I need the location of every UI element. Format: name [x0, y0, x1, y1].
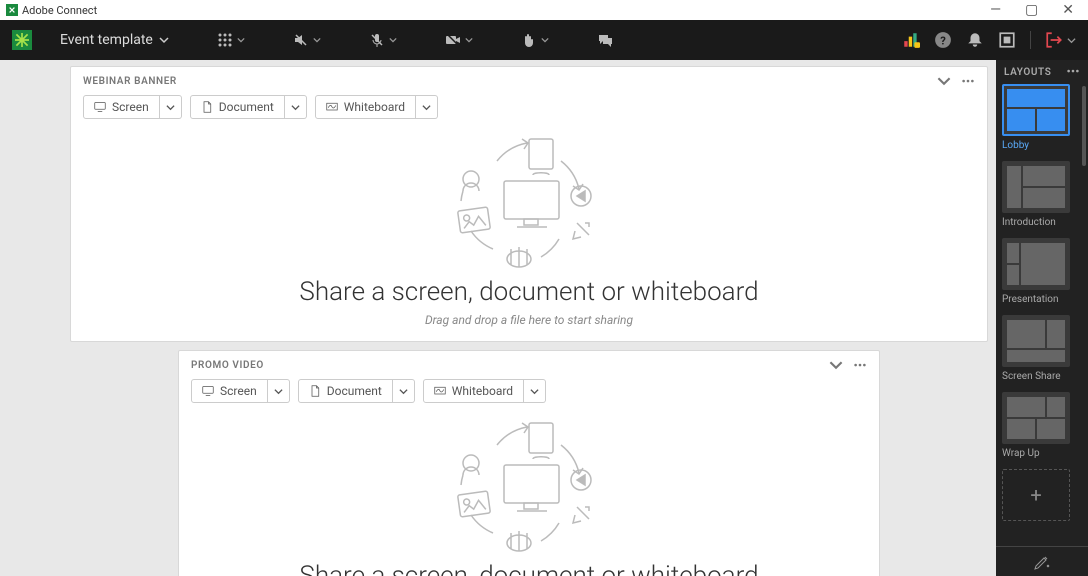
chat-button[interactable]: [591, 28, 619, 52]
layout-label: Screen Share: [1002, 371, 1082, 382]
share-screen-button[interactable]: Screen: [191, 379, 268, 403]
app-icon-small: [6, 4, 18, 16]
layout-thumb: [1002, 161, 1070, 213]
app-title: Adobe Connect: [22, 4, 97, 17]
pod-collapse-icon[interactable]: [829, 358, 843, 372]
share-whiteboard-dropdown[interactable]: [416, 95, 438, 119]
layouts-panel: LAYOUTS Lobby Introduction: [996, 60, 1088, 576]
notification-icon[interactable]: [966, 31, 984, 49]
speaker-button[interactable]: [287, 28, 327, 52]
close-button[interactable]: ✕: [1062, 3, 1074, 17]
help-icon[interactable]: ?: [934, 31, 952, 49]
template-label: Event template: [60, 32, 153, 48]
layout-thumb: [1002, 84, 1070, 136]
pod-title: PROMO VIDEO: [191, 360, 264, 371]
layout-label: Wrap Up: [1002, 448, 1082, 459]
share-whiteboard-button[interactable]: Whiteboard: [315, 95, 416, 119]
pod-collapse-icon[interactable]: [937, 74, 951, 88]
share-illustration: [449, 131, 609, 271]
layout-thumb: [1002, 392, 1070, 444]
share-subtext: Drag and drop a file here to start shari…: [425, 313, 633, 327]
pod-menu-icon[interactable]: [853, 358, 867, 372]
share-headline: Share a screen, document or whiteboard: [299, 561, 758, 576]
layout-label: Lobby: [1002, 140, 1082, 151]
svg-text:?: ?: [940, 35, 946, 48]
layout-item-introduction[interactable]: Introduction: [1002, 161, 1082, 228]
stage-area: WEBINAR BANNER Screen Document Whiteboar…: [0, 60, 996, 576]
pod-menu-icon[interactable]: [961, 74, 975, 88]
exit-button[interactable]: [1030, 31, 1076, 49]
share-document-dropdown[interactable]: [393, 379, 415, 403]
camera-button[interactable]: [439, 28, 479, 52]
app-logo[interactable]: [12, 30, 32, 50]
raise-hand-button[interactable]: [515, 28, 555, 52]
pod-title: WEBINAR BANNER: [83, 76, 177, 87]
layout-item-presentation[interactable]: Presentation: [1002, 238, 1082, 305]
layouts-title: LAYOUTS: [1004, 67, 1051, 78]
template-selector[interactable]: Event template: [54, 28, 175, 52]
layout-add-button[interactable]: +: [1002, 469, 1070, 521]
layouts-manage-button[interactable]: [996, 546, 1088, 576]
share-pod-promo-video: PROMO VIDEO Screen Document Whiteboard: [178, 350, 880, 576]
share-headline: Share a screen, document or whiteboard: [299, 277, 758, 307]
pods-menu-button[interactable]: [211, 28, 251, 52]
fullscreen-icon[interactable]: [998, 31, 1016, 49]
share-pod-webinar-banner: WEBINAR BANNER Screen Document Whiteboar…: [70, 66, 988, 342]
layout-thumb: [1002, 315, 1070, 367]
engagement-icon[interactable]: [902, 31, 920, 49]
window-titlebar: Adobe Connect — ▢ ✕: [0, 0, 1088, 20]
layout-item-screen-share[interactable]: Screen Share: [1002, 315, 1082, 382]
mic-button[interactable]: [363, 28, 403, 52]
share-screen-button[interactable]: Screen: [83, 95, 160, 119]
share-document-dropdown[interactable]: [285, 95, 307, 119]
layouts-menu-icon[interactable]: [1066, 64, 1080, 81]
layout-item-lobby[interactable]: Lobby: [1002, 84, 1082, 151]
share-screen-dropdown[interactable]: [160, 95, 182, 119]
layout-thumb: [1002, 238, 1070, 290]
layout-label: Presentation: [1002, 294, 1082, 305]
layout-item-wrap-up[interactable]: Wrap Up: [1002, 392, 1082, 459]
share-document-button[interactable]: Document: [298, 379, 393, 403]
minimize-button[interactable]: —: [990, 3, 1001, 17]
maximize-button[interactable]: ▢: [1025, 3, 1038, 17]
scrollbar[interactable]: [1082, 86, 1086, 166]
layout-label: Introduction: [1002, 217, 1082, 228]
share-whiteboard-dropdown[interactable]: [524, 379, 546, 403]
share-illustration: [449, 415, 609, 555]
share-document-button[interactable]: Document: [190, 95, 285, 119]
main-toolbar: Event template ?: [0, 20, 1088, 60]
share-whiteboard-button[interactable]: Whiteboard: [423, 379, 524, 403]
share-screen-dropdown[interactable]: [268, 379, 290, 403]
